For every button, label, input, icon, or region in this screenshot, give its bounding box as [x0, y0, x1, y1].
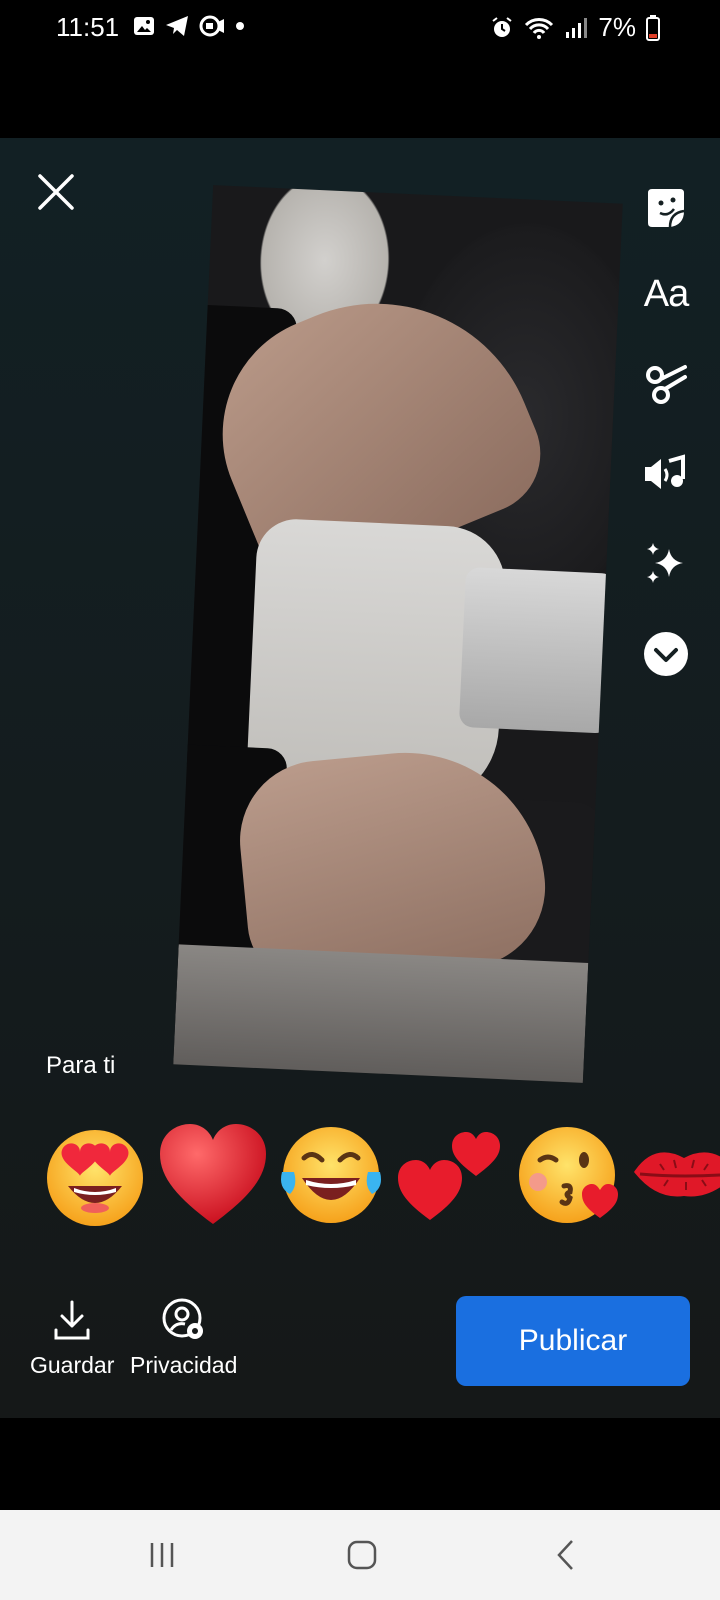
text-tool-button[interactable]: Aa	[626, 264, 706, 324]
privacy-label: Privacidad	[130, 1352, 238, 1378]
video-icon	[199, 15, 224, 37]
sticker-icon[interactable]	[626, 178, 706, 238]
chevron-down-icon[interactable]	[626, 624, 706, 684]
scissors-icon[interactable]	[626, 354, 706, 414]
publish-button[interactable]: Publicar	[456, 1296, 690, 1386]
photo-image	[173, 185, 623, 1083]
status-bar: 11:51 7%	[0, 0, 720, 56]
tears-of-joy-emoji[interactable]	[276, 1120, 386, 1230]
blowing-kiss-emoji[interactable]	[512, 1120, 622, 1230]
status-notification-icons	[132, 14, 246, 38]
sparkles-icon[interactable]	[626, 534, 706, 594]
telegram-icon	[166, 16, 188, 36]
music-icon[interactable]	[626, 444, 706, 504]
save-button[interactable]: Guardar	[30, 1298, 114, 1379]
red-heart-emoji[interactable]	[158, 1120, 268, 1230]
emoji-reactions	[40, 1120, 720, 1240]
privacy-button[interactable]: Privacidad	[130, 1298, 237, 1379]
save-label: Guardar	[30, 1352, 115, 1378]
wifi-icon	[525, 17, 554, 39]
two-hearts-emoji[interactable]	[394, 1120, 504, 1230]
status-system-icons: 7%	[490, 12, 660, 43]
privacy-settings-icon	[162, 1298, 203, 1339]
alarm-icon	[492, 16, 513, 37]
dot-icon	[236, 22, 244, 30]
close-icon[interactable]	[36, 172, 76, 212]
battery-percent: 7%	[598, 12, 636, 42]
battery-icon	[646, 14, 660, 41]
status-time: 11:51	[56, 12, 120, 42]
back-icon[interactable]	[536, 1530, 596, 1580]
kiss-mark-emoji[interactable]	[630, 1120, 720, 1230]
download-icon	[54, 1300, 90, 1340]
story-photo[interactable]	[173, 184, 623, 1084]
recent-apps-icon[interactable]	[132, 1530, 192, 1580]
signal-icon	[566, 17, 588, 38]
gallery-icon	[134, 17, 154, 35]
heart-eyes-emoji[interactable]	[40, 1120, 150, 1230]
home-icon[interactable]	[332, 1530, 392, 1580]
audience-label[interactable]: Para ti	[46, 1052, 115, 1080]
text-tool-label: Aa	[643, 272, 689, 315]
system-nav-bar	[0, 1510, 720, 1600]
